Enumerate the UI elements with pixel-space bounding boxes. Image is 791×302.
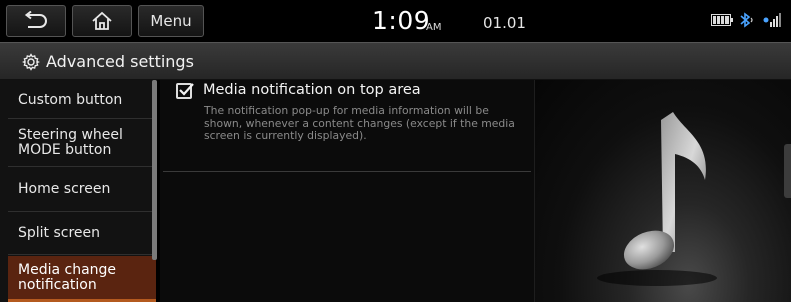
signal-icon bbox=[763, 13, 781, 27]
music-note-icon bbox=[597, 112, 717, 286]
option-label[interactable]: Media notification on top area bbox=[203, 82, 421, 98]
option-description: The notification pop-up for media inform… bbox=[204, 104, 515, 143]
illustration-panel bbox=[534, 80, 791, 302]
sidebar-item-home-screen[interactable]: Home screen bbox=[8, 168, 156, 212]
media-notification-checkbox[interactable] bbox=[176, 83, 194, 99]
back-button[interactable] bbox=[6, 5, 66, 37]
sidebar-item-label: Home screen bbox=[18, 181, 111, 197]
status-icons bbox=[711, 12, 783, 28]
sidebar-item-custom-button[interactable]: Custom button bbox=[8, 82, 156, 119]
checkmark-icon bbox=[179, 83, 194, 96]
sidebar-item-label: Media change notification bbox=[18, 261, 117, 293]
home-button[interactable] bbox=[72, 5, 132, 37]
battery-icon bbox=[711, 14, 733, 26]
date-display: 01.01 bbox=[483, 14, 526, 32]
sidebar-item-media-change-notification[interactable]: Media change notification bbox=[8, 256, 156, 302]
home-icon bbox=[92, 11, 112, 30]
title-bar: Advanced settings bbox=[0, 42, 791, 80]
sidebar-scrollbar[interactable] bbox=[152, 80, 157, 260]
sidebar-item-split-screen[interactable]: Split screen bbox=[8, 213, 156, 255]
page-title: Advanced settings bbox=[46, 52, 194, 71]
divider bbox=[163, 171, 531, 172]
status-bar: Menu 1:09 AM 01.01 bbox=[0, 0, 791, 42]
sidebar-item-label: Split screen bbox=[18, 225, 101, 241]
clock-ampm: AM bbox=[426, 22, 442, 33]
bluetooth-icon bbox=[740, 12, 753, 28]
back-arrow-icon bbox=[24, 11, 47, 28]
panel-handle[interactable] bbox=[784, 144, 791, 198]
clock-time: 1:09 bbox=[372, 6, 431, 35]
gear-icon bbox=[22, 53, 40, 71]
sidebar-item-label: Custom button bbox=[18, 91, 123, 108]
sidebar-item-steering-wheel-mode-button[interactable]: Steering wheel MODE button bbox=[8, 120, 156, 167]
sidebar: Custom button Steering wheel MODE button… bbox=[0, 80, 156, 302]
menu-button[interactable]: Menu bbox=[138, 5, 204, 37]
sidebar-item-label: Steering wheel MODE button bbox=[18, 127, 123, 158]
